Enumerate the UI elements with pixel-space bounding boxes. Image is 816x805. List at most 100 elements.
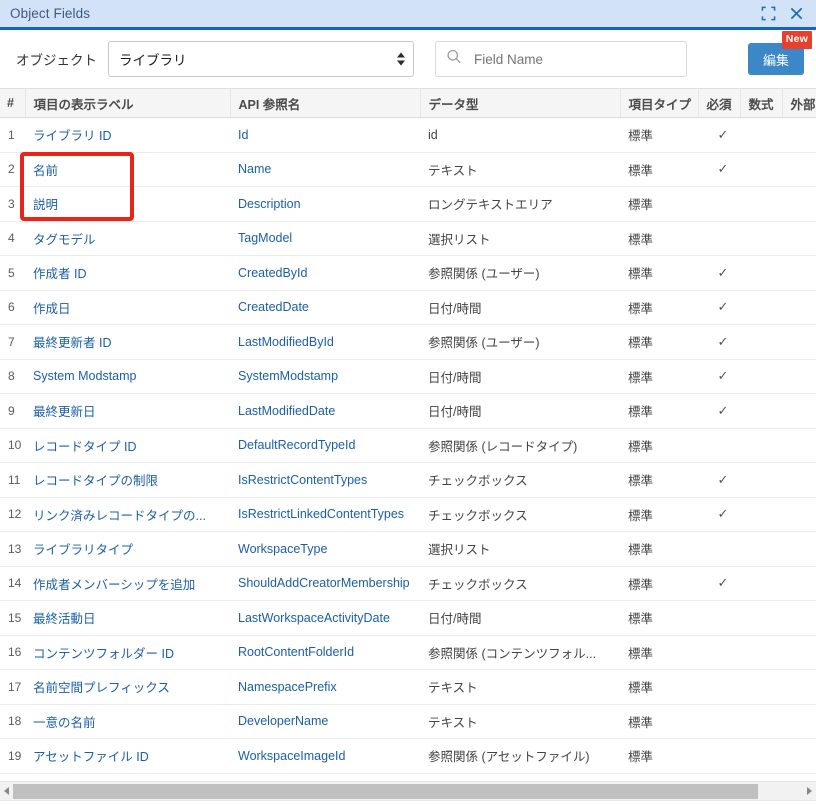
table-row[interactable]: 1 ライブラリ ID Id id 標準 ✓ [0,117,816,153]
window-bottom-edge [0,800,816,805]
cell-field-type: 標準 [620,462,698,498]
close-icon[interactable] [787,5,805,23]
cell-label[interactable]: 最終更新日 [25,393,230,429]
cell-field-type: 標準 [620,738,698,774]
table-header-row: # 項目の表示ラベル API 参照名 データ型 項目タイプ 必須 数式 外部 [0,88,816,118]
cell-data-type: 日付/時間 [420,600,620,636]
column-header-api-name[interactable]: API 参照名 [230,88,421,118]
cell-label[interactable]: 名前空間プレフィックス [25,669,230,705]
column-header-formula[interactable]: 数式 [740,88,783,118]
table-row[interactable]: 18 一意の名前 DeveloperName テキスト 標準 [0,704,816,739]
table-row[interactable]: 13 ライブラリタイプ WorkspaceType 選択リスト 標準 [0,531,816,567]
cell-label[interactable]: アセットファイル ID [25,738,230,774]
cell-external [782,117,816,153]
table-row[interactable]: 4 タグモデル TagModel 選択リスト 標準 [0,221,816,256]
cell-label[interactable]: ライブラリタイプ [25,531,230,567]
cell-label[interactable]: 説明 [25,186,230,222]
cell-field-type: 標準 [620,704,698,739]
cell-api-name[interactable]: ShouldAddCreatorMembership [230,566,420,601]
column-header-label[interactable]: 項目の表示ラベル [25,88,231,118]
cell-label[interactable]: リンク済みレコードタイプの... [25,497,230,532]
table-row[interactable]: 15 最終活動日 LastWorkspaceActivityDate 日付/時間 標準 [0,600,816,636]
table-row[interactable]: 10 レコードタイプ ID DefaultRecordTypeId 参照関係 (レコー… [0,428,816,463]
cell-label[interactable]: 作成者 ID [25,255,230,291]
table-row[interactable]: 16 コンテンツフォルダー ID RootContentFolderId 参照関係 (… [0,635,816,670]
search-input[interactable] [435,41,687,77]
cell-label[interactable]: 作成者メンバーシップを追加 [25,566,230,601]
cell-api-name[interactable]: NamespacePrefix [230,669,420,705]
cell-api-name[interactable]: IsRestrictContentTypes [230,462,420,498]
scrollbar-thumb[interactable] [13,783,758,799]
table-row[interactable]: 7 最終更新者 ID LastModifiedById 参照関係 (ユーザー) 標準 ✓ [0,324,816,360]
cell-number: 17 [0,669,25,705]
table-row[interactable]: 6 作成日 CreatedDate 日付/時間 標準 ✓ [0,290,816,325]
cell-label[interactable]: ライブラリ ID [25,117,230,153]
cell-required: ✓ [698,359,740,394]
cell-label[interactable]: 最終活動日 [25,600,230,636]
cell-label[interactable]: 名前 [25,152,230,187]
horizontal-scrollbar[interactable] [0,781,816,800]
cell-api-name[interactable]: CreatedDate [230,290,420,325]
cell-api-name[interactable]: DeveloperName [230,704,420,739]
cell-api-name[interactable]: CreatedById [230,255,420,291]
cell-required [698,669,740,705]
cell-number: 19 [0,738,25,774]
table-row[interactable]: 8 System Modstamp SystemModstamp 日付/時間 標準 ✓ [0,359,816,394]
cell-label[interactable]: レコードタイプ ID [25,428,230,463]
cell-formula [740,635,782,670]
cell-label[interactable]: 作成日 [25,290,230,325]
cell-api-name[interactable]: Id [230,117,420,153]
cell-api-name[interactable]: LastModifiedDate [230,393,420,429]
cell-api-name[interactable]: Name [230,152,420,187]
table-row[interactable]: 3 説明 Description ロングテキストエリア 標準 [0,186,816,222]
cell-label[interactable]: レコードタイプの制限 [25,462,230,498]
cell-api-name[interactable]: RootContentFolderId [230,635,420,670]
cell-label[interactable]: 一意の名前 [25,704,230,739]
scroll-right-arrow-icon[interactable] [803,783,816,800]
cell-formula [740,393,782,429]
table-row[interactable]: 2 名前 Name テキスト 標準 ✓ [0,152,816,187]
cell-label[interactable]: System Modstamp [25,359,230,394]
cell-api-name[interactable]: WorkspaceType [230,531,420,567]
cell-api-name[interactable]: IsRestrictLinkedContentTypes [230,497,420,532]
column-header-field-type[interactable]: 項目タイプ [620,88,699,118]
cell-api-name[interactable]: TagModel [230,221,420,256]
cell-formula [740,152,782,187]
window-title: Object Fields [10,6,91,21]
expand-icon[interactable] [759,5,777,23]
window-controls [759,5,805,23]
cell-label[interactable]: タグモデル [25,221,230,256]
table-row[interactable]: 5 作成者 ID CreatedById 参照関係 (ユーザー) 標準 ✓ [0,255,816,291]
check-icon: ✓ [717,506,729,522]
table-row[interactable]: 14 作成者メンバーシップを追加 ShouldAddCreatorMembershi… [0,566,816,601]
cell-data-type: チェックボックス [420,462,620,498]
scrollbar-track[interactable] [13,783,803,800]
cell-api-name[interactable]: SystemModstamp [230,359,420,394]
cell-external [782,462,816,498]
cell-external [782,497,816,532]
object-select-value: ライブラリ [119,53,187,68]
column-header-required[interactable]: 必須 [698,88,741,118]
cell-label[interactable]: 最終更新者 ID [25,324,230,360]
cell-label[interactable]: コンテンツフォルダー ID [25,635,230,670]
cell-api-name[interactable]: DefaultRecordTypeId [230,428,420,463]
cell-data-type: 参照関係 (レコードタイプ) [420,428,620,463]
object-select-wrapper: ライブラリ [108,41,414,77]
column-header-external[interactable]: 外部 [782,88,816,118]
table-row[interactable]: 12 リンク済みレコードタイプの... IsRestrictLinkedConten… [0,497,816,532]
object-select[interactable]: ライブラリ [108,41,414,77]
column-header-number[interactable]: # [0,88,26,118]
cell-api-name[interactable]: Description [230,186,420,222]
table-row[interactable]: 17 名前空間プレフィックス NamespacePrefix テキスト 標準 [0,669,816,705]
cell-api-name[interactable]: WorkspaceImageId [230,738,420,774]
table-row[interactable]: 11 レコードタイプの制限 IsRestrictContentTypes チェックボッ… [0,462,816,498]
scroll-left-arrow-icon[interactable] [0,783,13,800]
cell-required [698,428,740,463]
cell-api-name[interactable]: LastModifiedById [230,324,420,360]
table-row[interactable]: 9 最終更新日 LastModifiedDate 日付/時間 標準 ✓ [0,393,816,429]
cell-number: 6 [0,290,25,325]
table-row[interactable]: 19 アセットファイル ID WorkspaceImageId 参照関係 (アセットフ… [0,738,816,774]
cell-external [782,324,816,360]
column-header-data-type[interactable]: データ型 [420,88,621,118]
cell-api-name[interactable]: LastWorkspaceActivityDate [230,600,420,636]
